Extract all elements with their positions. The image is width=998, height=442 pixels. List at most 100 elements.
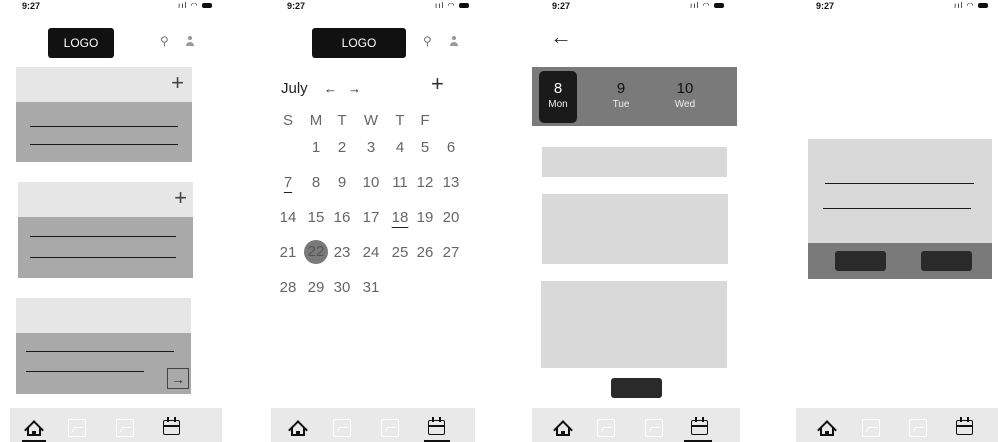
calendar-day-25[interactable]: 25 — [389, 244, 411, 261]
back-button[interactable]: ← — [550, 24, 572, 50]
gallery-icon[interactable] — [645, 419, 663, 437]
month-label: July — [281, 80, 308, 97]
add-event-button[interactable]: + — [431, 73, 444, 95]
logo[interactable]: LOGO — [312, 28, 406, 58]
calendar-day-12[interactable]: 12 — [414, 174, 436, 191]
day-weekday: Mon — [548, 99, 568, 110]
home-icon[interactable] — [553, 420, 573, 440]
status-icons: ııl ◠ — [690, 1, 724, 10]
next-month-button[interactable]: → — [348, 81, 361, 96]
screen-dialog: 9:27 ııl ◠ — [796, 0, 998, 442]
calendar-day-27[interactable]: 27 — [440, 244, 462, 261]
calendar-day-5[interactable]: 5 — [414, 139, 436, 156]
calendar-day-17[interactable]: 17 — [360, 209, 382, 226]
calendar-day-23[interactable]: 23 — [331, 244, 353, 261]
add-icon[interactable]: + — [174, 187, 187, 209]
screen-day-detail: 9:27 ııl ◠ ← 8 Mon 9 Tue 10 Wed — [532, 0, 740, 442]
gallery-icon[interactable] — [909, 419, 927, 437]
calendar-day-8[interactable]: 8 — [305, 174, 327, 191]
status-time: 9:27 — [22, 1, 41, 11]
add-icon[interactable]: + — [171, 72, 184, 94]
placeholder-bar — [542, 147, 727, 177]
dialog-cancel-button[interactable] — [835, 251, 886, 271]
battery-icon — [458, 3, 469, 9]
calendar-day-16[interactable]: 16 — [331, 209, 353, 226]
day-chip-9[interactable]: 9 Tue — [602, 71, 640, 123]
text-line — [26, 371, 144, 372]
gallery-icon[interactable] — [381, 419, 399, 437]
calendar-icon[interactable] — [428, 417, 445, 435]
text-line — [30, 236, 176, 237]
calendar-day-14[interactable]: 14 — [277, 209, 299, 226]
calendar-day-20[interactable]: 20 — [440, 209, 462, 226]
calendar-day-13[interactable]: 13 — [440, 174, 462, 191]
card-header — [16, 67, 192, 102]
day-number: 8 — [553, 80, 563, 97]
home-icon[interactable] — [24, 420, 44, 440]
status-time: 9:27 — [552, 1, 571, 11]
content-card-2[interactable]: + — [18, 182, 193, 278]
day-weekday: Wed — [674, 99, 696, 110]
status-time: 9:27 — [287, 1, 306, 11]
calendar-day-29[interactable]: 29 — [305, 279, 327, 296]
calendar-day-30[interactable]: 30 — [331, 279, 353, 296]
calendar-day-4[interactable]: 4 — [389, 139, 411, 156]
calendar-day-31[interactable]: 31 — [360, 279, 382, 296]
calendar-day-15[interactable]: 15 — [305, 209, 327, 226]
calendar-icon[interactable] — [956, 417, 973, 435]
calendar-day-6[interactable]: 6 — [440, 139, 462, 156]
text-line — [26, 351, 174, 352]
calendar-icon[interactable] — [691, 417, 708, 435]
user-icon[interactable] — [185, 36, 195, 47]
text-line — [825, 183, 974, 184]
dialog-confirm-button[interactable] — [921, 251, 972, 271]
calendar-day-7[interactable]: 7 — [277, 174, 299, 191]
gallery-icon[interactable] — [68, 419, 86, 437]
calendar-day-22[interactable]: 22 — [304, 240, 328, 264]
day-chip-8[interactable]: 8 Mon — [539, 71, 577, 123]
day-number: 9 — [616, 80, 626, 97]
user-icon[interactable] — [449, 36, 459, 47]
calendar-day-19[interactable]: 19 — [414, 209, 436, 226]
weekday-label: S — [282, 112, 293, 129]
gallery-icon[interactable] — [333, 419, 351, 437]
gallery-icon[interactable] — [862, 419, 880, 437]
calendar-day-18[interactable]: 18 — [389, 209, 411, 226]
prev-month-button[interactable]: ← — [324, 81, 337, 96]
calendar-day-11[interactable]: 11 — [389, 174, 411, 191]
calendar-day-3[interactable]: 3 — [360, 139, 382, 156]
weekday-label: T — [337, 112, 347, 129]
day-weekday: Tue — [612, 99, 630, 110]
status-time: 9:27 — [816, 1, 835, 11]
gallery-icon[interactable] — [597, 419, 615, 437]
calendar-day-26[interactable]: 26 — [414, 244, 436, 261]
card-body — [18, 217, 193, 278]
content-card-1[interactable]: + — [16, 67, 192, 162]
calendar-day-21[interactable]: 21 — [277, 244, 299, 261]
text-line — [30, 126, 178, 127]
calendar-day-24[interactable]: 24 — [360, 244, 382, 261]
calendar-day-1[interactable]: 1 — [305, 139, 327, 156]
action-button[interactable] — [611, 378, 662, 398]
logo[interactable]: LOGO — [48, 28, 114, 58]
content-card-3[interactable]: → — [16, 298, 191, 394]
day-chip-10[interactable]: 10 Wed — [666, 71, 704, 123]
search-icon[interactable]: ⚲ — [160, 34, 169, 48]
placeholder-block — [542, 194, 728, 264]
card-header — [18, 182, 193, 217]
home-icon[interactable] — [817, 420, 837, 440]
calendar-icon[interactable] — [163, 417, 180, 435]
calendar-day-28[interactable]: 28 — [277, 279, 299, 296]
gallery-icon[interactable] — [116, 419, 134, 437]
battery-icon — [201, 3, 212, 9]
calendar-day-2[interactable]: 2 — [331, 139, 353, 156]
calendar-day-9[interactable]: 9 — [331, 174, 353, 191]
search-icon[interactable]: ⚲ — [423, 34, 432, 48]
calendar-day-10[interactable]: 10 — [360, 174, 382, 191]
status-icons: ııl ◠ — [178, 1, 212, 10]
home-icon[interactable] — [288, 420, 308, 440]
bottom-nav — [10, 408, 222, 442]
weekday-label: M — [309, 112, 323, 129]
status-icons: ııl ◠ — [435, 1, 469, 10]
next-arrow-button[interactable]: → — [167, 368, 189, 389]
